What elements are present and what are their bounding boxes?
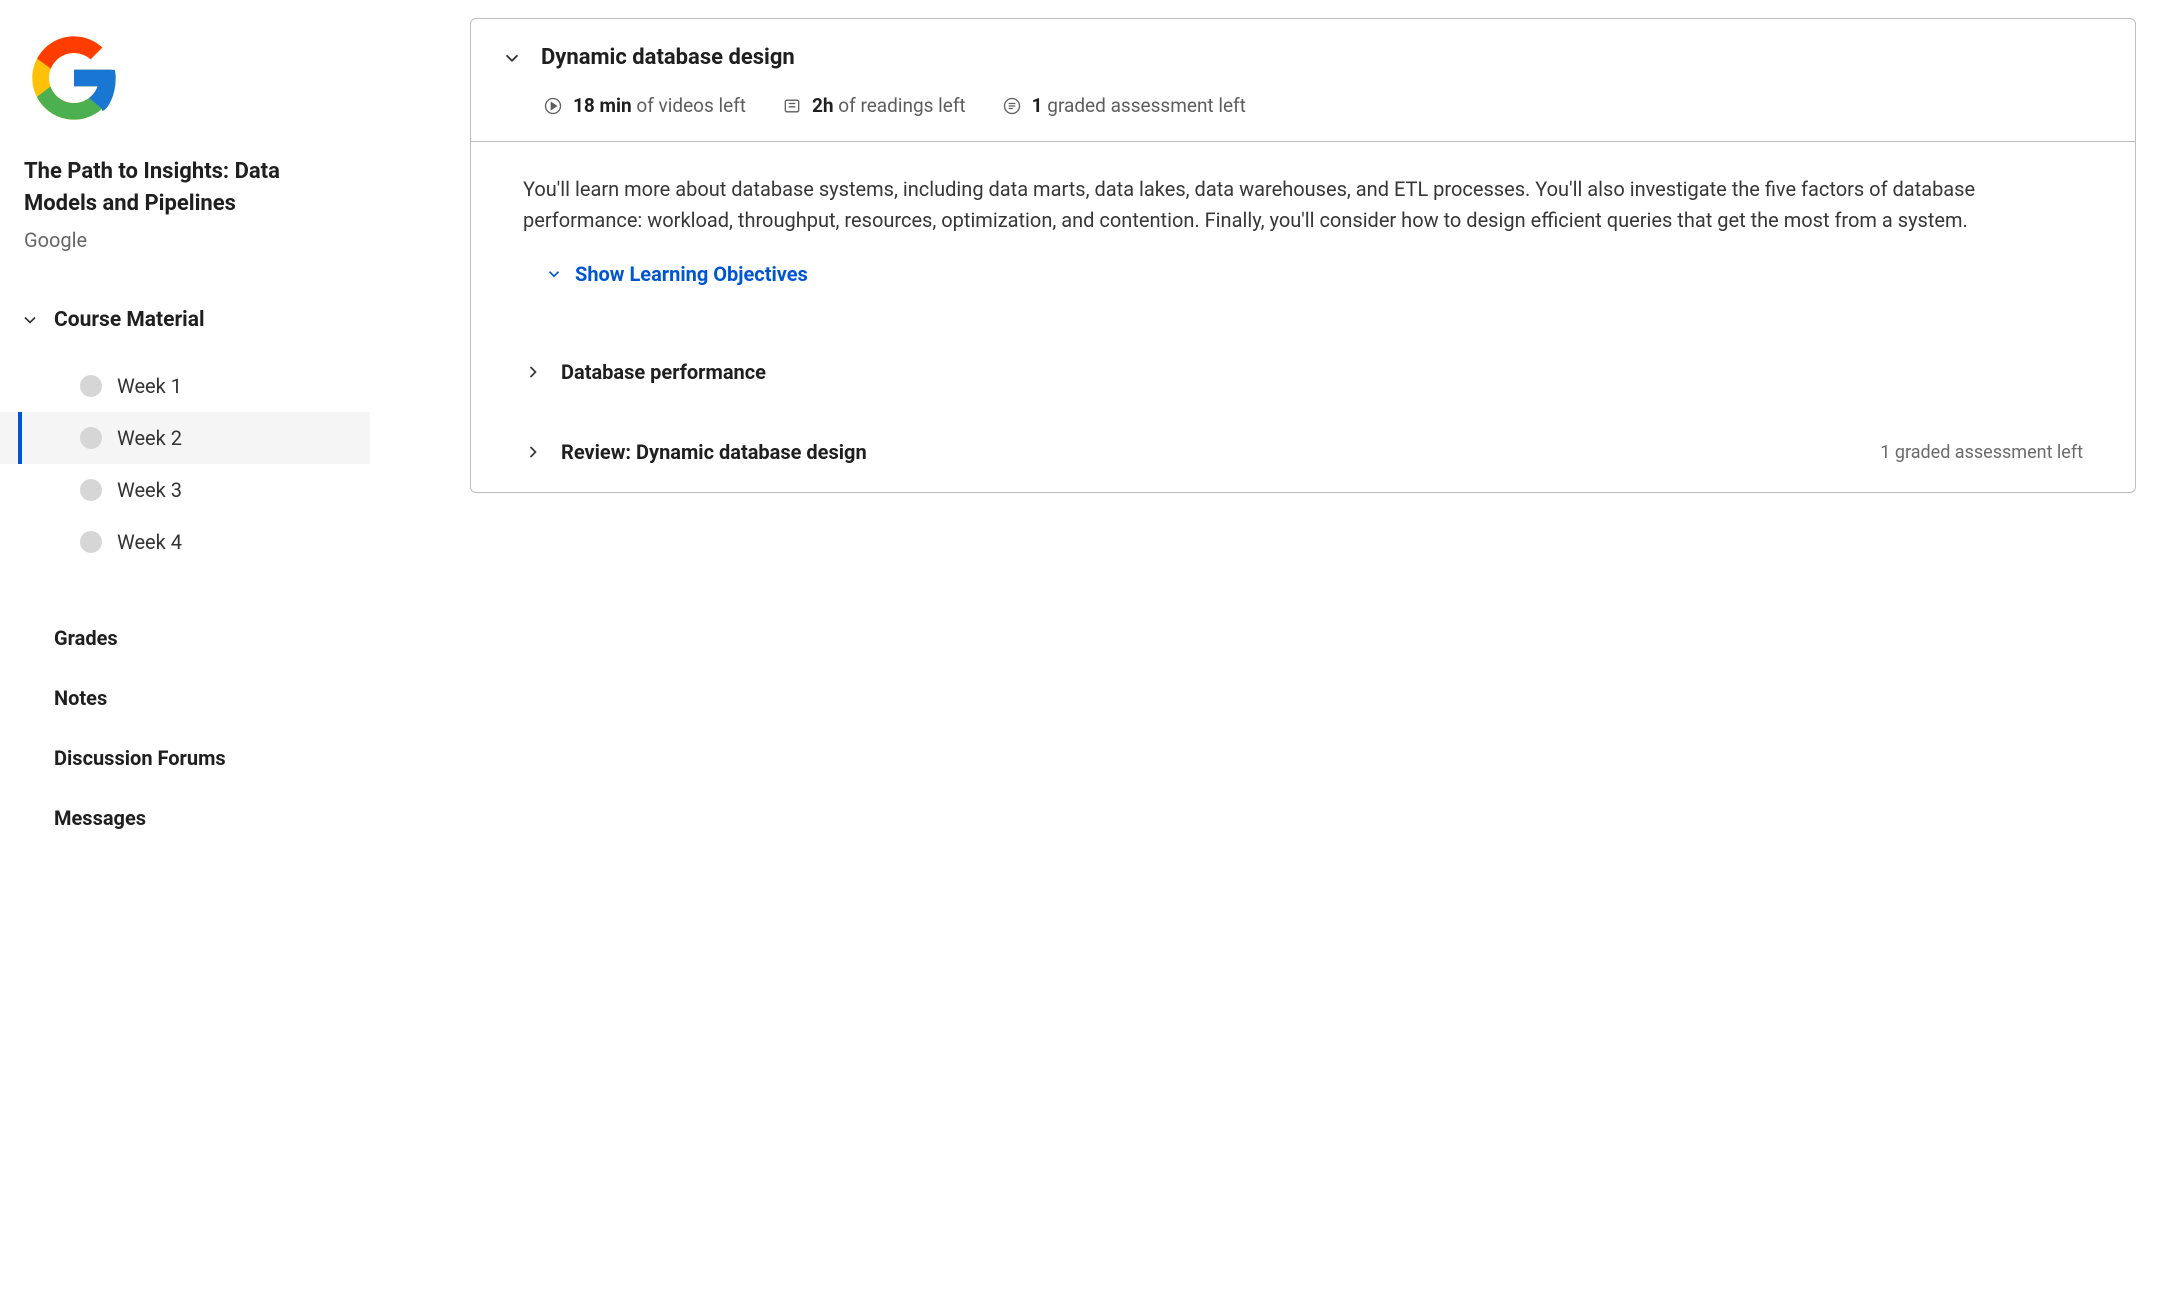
course-title: The Path to Insights: Data Models and Pi…	[24, 156, 346, 220]
nav-messages[interactable]: Messages	[0, 788, 370, 848]
progress-dot-icon	[80, 375, 102, 397]
progress-dot-icon	[80, 479, 102, 501]
chevron-right-icon	[523, 442, 543, 462]
play-icon	[543, 96, 563, 116]
nav-forums[interactable]: Discussion Forums	[0, 728, 370, 788]
learning-objectives-toggle[interactable]: Show Learning Objectives	[545, 262, 2083, 286]
module-header: Dynamic database design 18 min of videos…	[471, 19, 2135, 142]
stat-videos: 18 min of videos left	[543, 94, 746, 117]
stats-row: 18 min of videos left 2h of readings lef…	[543, 94, 2105, 117]
sidebar-item-week-3[interactable]: Week 3	[0, 464, 370, 516]
week-list: Week 1 Week 2 Week 3 Week 4	[0, 360, 370, 568]
stat-readings: 2h of readings left	[782, 94, 966, 117]
chevron-down-icon	[501, 47, 523, 69]
sidebar-item-week-2[interactable]: Week 2	[0, 412, 370, 464]
module-description: You'll learn more about database systems…	[523, 174, 2083, 236]
progress-dot-icon	[80, 427, 102, 449]
module-title: Dynamic database design	[541, 45, 795, 70]
chevron-down-icon	[545, 265, 563, 283]
nav-grades[interactable]: Grades	[0, 608, 370, 668]
course-material-label: Course Material	[54, 308, 205, 332]
module-body: You'll learn more about database systems…	[471, 142, 2135, 332]
reading-icon	[782, 96, 802, 116]
week-label: Week 4	[117, 530, 182, 554]
chevron-right-icon	[523, 362, 543, 382]
learning-objectives-label: Show Learning Objectives	[575, 262, 808, 286]
sidebar: The Path to Insights: Data Models and Pi…	[0, 0, 370, 1314]
module-card: Dynamic database design 18 min of videos…	[470, 18, 2136, 493]
sidebar-item-week-1[interactable]: Week 1	[0, 360, 370, 412]
section-review[interactable]: Review: Dynamic database design 1 graded…	[471, 412, 2135, 492]
assessment-icon	[1002, 96, 1022, 116]
main-content: Dynamic database design 18 min of videos…	[370, 0, 2166, 1314]
stat-assessments: 1 graded assessment left	[1002, 94, 1246, 117]
google-logo	[24, 28, 370, 132]
progress-dot-icon	[80, 531, 102, 553]
section-database-performance[interactable]: Database performance	[471, 332, 2135, 412]
course-material-toggle[interactable]: Course Material	[0, 308, 370, 332]
week-label: Week 3	[117, 478, 182, 502]
section-meta: 1 graded assessment left	[1880, 442, 2083, 463]
week-label: Week 1	[117, 374, 182, 398]
section-title: Database performance	[561, 360, 766, 384]
section-title: Review: Dynamic database design	[561, 440, 867, 464]
sidebar-item-week-4[interactable]: Week 4	[0, 516, 370, 568]
nav-notes[interactable]: Notes	[0, 668, 370, 728]
week-label: Week 2	[117, 426, 182, 450]
course-provider: Google	[24, 228, 346, 252]
chevron-down-icon	[20, 310, 40, 330]
module-toggle[interactable]: Dynamic database design	[501, 45, 2105, 70]
